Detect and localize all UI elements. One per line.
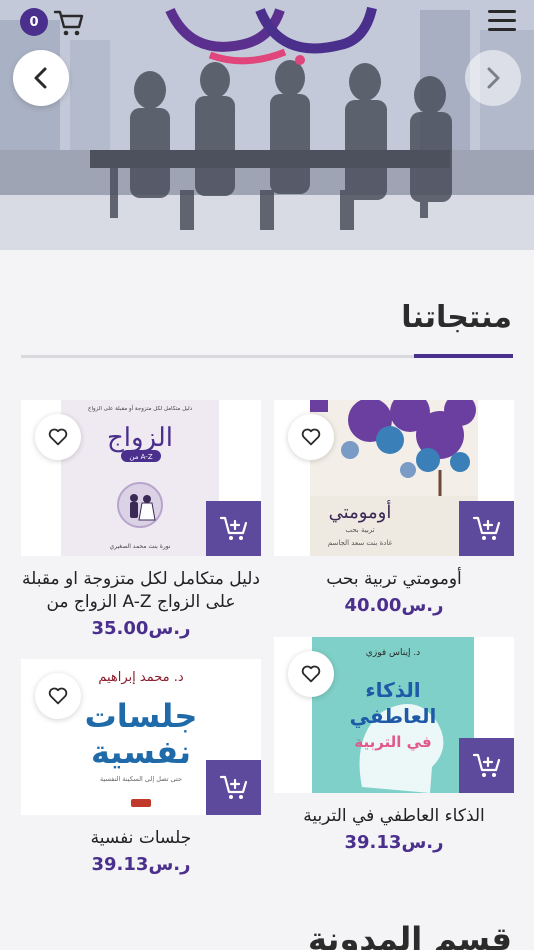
- blog-section-title: قسم المدونة: [308, 920, 512, 950]
- add-to-wishlist-button[interactable]: [35, 414, 81, 460]
- svg-text:العاطفي: العاطفي: [350, 704, 437, 729]
- product-title[interactable]: أومومتي تربية بحب: [274, 568, 514, 591]
- add-to-wishlist-button[interactable]: [288, 414, 334, 460]
- add-to-cart-icon: [219, 775, 247, 799]
- svg-text:جلسات: جلسات: [85, 697, 198, 735]
- hero-banner: 0: [0, 0, 534, 250]
- heart-icon: [48, 687, 68, 705]
- product-card[interactable]: د. إيناس فوزي الذكاء العاطفي في التربية …: [274, 637, 514, 853]
- product-title[interactable]: الذكاء العاطفي في التربية: [274, 805, 514, 828]
- add-to-cart-icon: [219, 516, 247, 540]
- svg-text:حتى تصل إلى السكينة النفسية: حتى تصل إلى السكينة النفسية: [100, 775, 182, 783]
- brand-logo: [165, 6, 377, 65]
- heart-icon: [301, 665, 321, 683]
- product-image[interactable]: أومومتي تربية بحب غادة بنت سعد الجاسم: [274, 400, 514, 556]
- svg-text:في التربية: في التربية: [354, 733, 431, 751]
- products-section-title: منتجاتنا: [401, 300, 512, 335]
- svg-text:د. محمد إبراهيم: د. محمد إبراهيم: [98, 670, 184, 685]
- svg-text:دليل متكامل لكل متزوجة أو مقبل: دليل متكامل لكل متزوجة أو مقبلة على الزو…: [88, 404, 193, 412]
- heart-icon: [301, 428, 321, 446]
- book-cover: أومومتي تربية بحب غادة بنت سعد الجاسم: [310, 400, 478, 556]
- product-image[interactable]: د. إيناس فوزي الذكاء العاطفي في التربية: [274, 637, 514, 793]
- product-price: ر.س35.00: [91, 617, 191, 639]
- svg-text:الذكاء: الذكاء: [365, 678, 420, 702]
- add-to-wishlist-button[interactable]: [288, 651, 334, 697]
- slider-next-button[interactable]: [465, 50, 521, 106]
- product-image[interactable]: د. محمد إبراهيم جلسات نفسية حتى تصل إلى …: [21, 659, 261, 815]
- product-card[interactable]: أومومتي تربية بحب غادة بنت سعد الجاسم أو…: [274, 400, 514, 616]
- cart-count-badge: 0: [20, 8, 48, 36]
- add-to-wishlist-button[interactable]: [35, 673, 81, 719]
- svg-text:تربية بحب: تربية بحب: [345, 526, 374, 534]
- add-to-cart-icon: [472, 516, 500, 540]
- add-to-cart-button[interactable]: [206, 501, 261, 556]
- product-price: ر.س40.00: [344, 594, 444, 616]
- svg-text:نورة بنت محمد الصغيري: نورة بنت محمد الصغيري: [109, 543, 170, 550]
- svg-text:نفسية: نفسية: [91, 733, 191, 771]
- svg-text:د. إيناس فوزي: د. إيناس فوزي: [366, 648, 420, 658]
- heart-icon: [48, 428, 68, 446]
- svg-text:أومومتي: أومومتي: [329, 500, 392, 523]
- add-to-cart-button[interactable]: [459, 501, 514, 556]
- product-card[interactable]: دليل متكامل لكل متزوجة أو مقبلة على الزو…: [21, 400, 261, 639]
- product-title[interactable]: دليل متكامل لكل متزوجة او مقبلة على الزو…: [21, 568, 261, 614]
- shopping-cart-icon: [53, 10, 84, 36]
- add-to-cart-button[interactable]: [459, 738, 514, 793]
- section-divider-accent: [414, 354, 513, 358]
- book-cover: دليل متكامل لكل متزوجة أو مقبلة على الزو…: [61, 400, 219, 556]
- product-title[interactable]: جلسات نفسية: [21, 827, 261, 850]
- cart-button[interactable]: 0: [20, 8, 90, 40]
- book-cover: د. محمد إبراهيم جلسات نفسية حتى تصل إلى …: [59, 659, 223, 815]
- slider-prev-button[interactable]: [13, 50, 69, 106]
- product-card[interactable]: د. محمد إبراهيم جلسات نفسية حتى تصل إلى …: [21, 659, 261, 875]
- product-image[interactable]: دليل متكامل لكل متزوجة أو مقبلة على الزو…: [21, 400, 261, 556]
- book-cover: د. إيناس فوزي الذكاء العاطفي في التربية: [312, 637, 474, 793]
- chevron-right-icon: [487, 67, 500, 89]
- svg-text:الزواج: الزواج: [107, 423, 173, 453]
- svg-text:من A-Z: من A-Z: [129, 453, 152, 461]
- svg-text:غادة بنت سعد الجاسم: غادة بنت سعد الجاسم: [328, 539, 393, 547]
- add-to-cart-button[interactable]: [206, 760, 261, 815]
- product-price: ر.س39.13: [344, 831, 444, 853]
- add-to-cart-icon: [472, 753, 500, 777]
- product-price: ر.س39.13: [91, 853, 191, 875]
- chevron-left-icon: [34, 67, 47, 89]
- hamburger-menu-icon[interactable]: [488, 10, 516, 34]
